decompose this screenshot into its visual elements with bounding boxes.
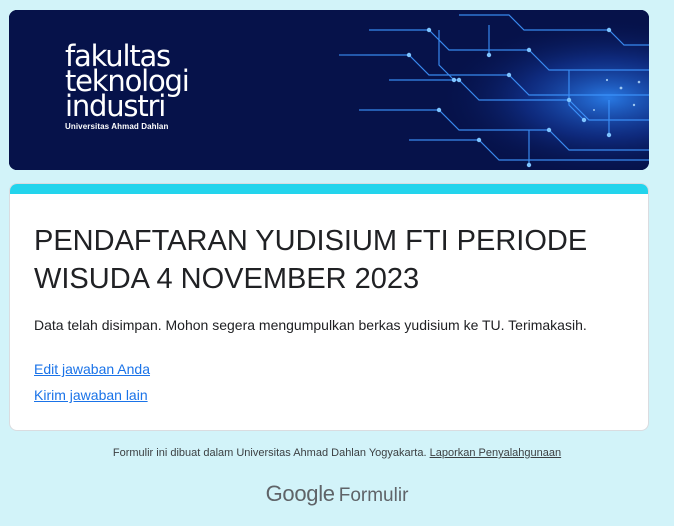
logo-university-name: Universitas Ahmad Dahlan	[65, 122, 169, 131]
forms-wordmark: Formulir	[338, 485, 409, 506]
form-title: PENDAFTARAN YUDISIUM FTI PERIODE WISUDA …	[34, 225, 588, 295]
submit-another-response-link[interactable]: Kirim jawaban lain	[34, 387, 148, 403]
footer-created-by-text: Formulir ini dibuat dalam Universitas Ah…	[112, 447, 427, 459]
google-wordmark: Google	[265, 481, 335, 506]
card-accent-bar	[10, 184, 648, 194]
confirmation-card: PENDAFTARAN YUDISIUM FTI PERIODE WISUDA …	[9, 183, 649, 431]
faculty-logo: fakultas teknologi industri Universitas …	[65, 42, 190, 132]
footer-disclaimer: Formulir ini dibuat dalam Universitas Ah…	[0, 447, 674, 459]
header-banner: fakultas teknologi industri Universitas …	[9, 10, 649, 170]
confirmation-message: Data telah disimpan. Mohon segera mengum…	[34, 317, 587, 333]
google-forms-logo[interactable]: Google Formulir	[0, 481, 674, 507]
report-abuse-link[interactable]: Laporkan Penyalahgunaan	[430, 447, 562, 459]
edit-response-link[interactable]: Edit jawaban Anda	[34, 361, 150, 377]
